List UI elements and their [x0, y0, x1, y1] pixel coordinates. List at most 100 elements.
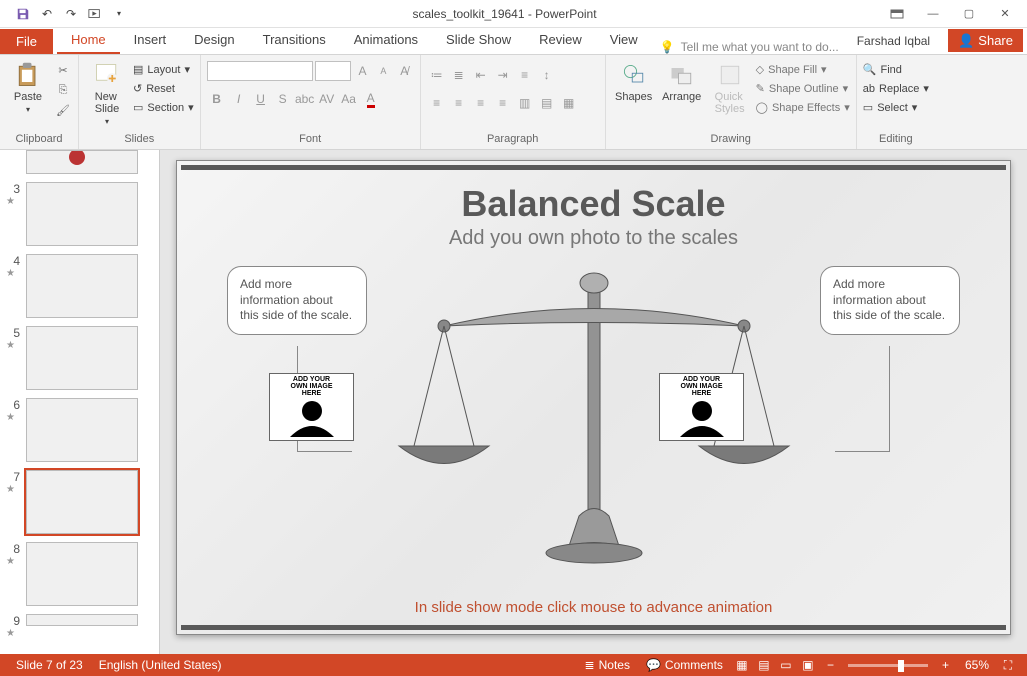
find-button[interactable]: 🔍 Find — [863, 61, 929, 78]
decrease-indent-icon[interactable]: ⇤ — [471, 65, 491, 85]
tab-transitions[interactable]: Transitions — [249, 27, 340, 54]
tab-home[interactable]: Home — [57, 27, 120, 54]
shadow-icon[interactable]: abc — [295, 89, 315, 109]
justify-icon[interactable]: ≡ — [493, 93, 513, 113]
redo-icon[interactable]: ↷ — [60, 3, 82, 25]
callout-left[interactable]: Add more information about this side of … — [227, 266, 367, 335]
shape-outline-button[interactable]: ✎ Shape Outline ▾ — [756, 80, 850, 97]
shape-fill-button[interactable]: ◇ Shape Fill ▾ — [756, 61, 850, 78]
tab-view[interactable]: View — [596, 27, 652, 54]
copy-icon[interactable]: ⎘ — [54, 81, 72, 99]
zoom-in-icon[interactable]: + — [934, 658, 957, 672]
slide-subtitle[interactable]: Add you own photo to the scales — [177, 227, 1010, 250]
font-color-icon[interactable]: A — [361, 89, 381, 109]
shape-effects-button[interactable]: ◯ Shape Effects ▾ — [756, 99, 850, 116]
zoom-out-icon[interactable]: − — [819, 658, 842, 672]
start-from-beginning-icon[interactable] — [84, 3, 106, 25]
font-size-select[interactable] — [315, 61, 351, 81]
smartart-icon[interactable]: ▦ — [559, 93, 579, 113]
slide-thumbnail[interactable]: 9★ — [0, 610, 159, 639]
change-case-icon[interactable]: Aa — [339, 89, 359, 109]
bold-icon[interactable]: B — [207, 89, 227, 109]
strikethrough-icon[interactable]: S — [273, 89, 293, 109]
maximize-icon[interactable]: ▢ — [951, 0, 987, 28]
tab-slideshow[interactable]: Slide Show — [432, 27, 525, 54]
slide-hint-text[interactable]: In slide show mode click mouse to advanc… — [177, 599, 1010, 616]
paste-button[interactable]: Paste▾ — [6, 61, 50, 114]
slide-thumbnail[interactable]: 5★ — [0, 322, 159, 394]
font-family-select[interactable] — [207, 61, 313, 81]
slide-canvas[interactable]: Balanced Scale Add you own photo to the … — [176, 160, 1011, 635]
increase-indent-icon[interactable]: ⇥ — [493, 65, 513, 85]
spacing-icon[interactable]: AV — [317, 89, 337, 109]
slideshow-view-icon[interactable]: ▣ — [797, 654, 819, 676]
slide-editor[interactable]: Balanced Scale Add you own photo to the … — [160, 150, 1027, 654]
slide-title[interactable]: Balanced Scale — [177, 183, 1010, 225]
bullets-icon[interactable]: ≔ — [427, 65, 447, 85]
group-paragraph: ≔ ≣ ⇤ ⇥ ≡ ↕ ≡ ≡ ≡ ≡ ▥ ▤ ▦ Paragraph — [421, 55, 606, 149]
numbering-icon[interactable]: ≣ — [449, 65, 469, 85]
tab-design[interactable]: Design — [180, 27, 248, 54]
slide-thumbnail[interactable]: 8★ — [0, 538, 159, 610]
underline-icon[interactable]: U — [251, 89, 271, 109]
status-language[interactable]: English (United States) — [91, 658, 230, 672]
tab-animations[interactable]: Animations — [340, 27, 432, 54]
section-button[interactable]: ▭ Section ▾ — [133, 99, 194, 116]
layout-button[interactable]: ▤ Layout ▾ — [133, 61, 194, 78]
tab-review[interactable]: Review — [525, 27, 596, 54]
shrink-font-icon[interactable]: A — [374, 61, 393, 81]
slide-thumbnail[interactable]: 3★ — [0, 178, 159, 250]
share-button[interactable]: 👤Share — [948, 29, 1023, 52]
tab-insert[interactable]: Insert — [120, 27, 181, 54]
zoom-slider[interactable] — [848, 664, 928, 667]
arrange-button[interactable]: Arrange — [660, 61, 704, 103]
ribbon-display-icon[interactable] — [879, 0, 915, 28]
slide-thumbnail[interactable]: 4★ — [0, 250, 159, 322]
align-right-icon[interactable]: ≡ — [471, 93, 491, 113]
replace-button[interactable]: ab Replace ▾ — [863, 80, 929, 97]
save-icon[interactable] — [12, 3, 34, 25]
image-placeholder-right[interactable]: ADD YOUR OWN IMAGE HERE — [659, 373, 744, 441]
align-left-icon[interactable]: ≡ — [427, 93, 447, 113]
slide-thumbnail-active[interactable]: 7★ — [0, 466, 159, 538]
group-drawing: Shapes Arrange Quick Styles ◇ Shape Fill… — [606, 55, 857, 149]
zoom-level[interactable]: 65% — [957, 658, 997, 672]
select-button[interactable]: ▭ Select ▾ — [863, 99, 929, 116]
minimize-icon[interactable]: — — [915, 0, 951, 28]
italic-icon[interactable]: I — [229, 89, 249, 109]
comments-button[interactable]: 💬 Comments — [638, 658, 731, 672]
shapes-button[interactable]: Shapes — [612, 61, 656, 103]
status-slide-number[interactable]: Slide 7 of 23 — [8, 658, 91, 672]
image-placeholder-left[interactable]: ADD YOUR OWN IMAGE HERE — [269, 373, 354, 441]
normal-view-icon[interactable]: ▦ — [731, 654, 753, 676]
fit-to-window-icon[interactable]: ⛶ — [997, 654, 1019, 676]
file-tab[interactable]: File — [0, 29, 53, 54]
grow-font-icon[interactable]: A — [353, 61, 372, 81]
columns-icon[interactable]: ▥ — [515, 93, 535, 113]
align-text-icon[interactable]: ▤ — [537, 93, 557, 113]
quick-styles-button[interactable]: Quick Styles — [708, 61, 752, 115]
text-direction-icon[interactable]: ↕ — [537, 65, 557, 85]
customize-qat-icon[interactable]: ▾ — [108, 3, 130, 25]
cut-icon[interactable]: ✂ — [54, 61, 72, 79]
callout-right[interactable]: Add more information about this side of … — [820, 266, 960, 335]
slide-thumbnail[interactable]: 6★ — [0, 394, 159, 466]
new-slide-button[interactable]: New Slide▾ — [85, 61, 129, 126]
person-silhouette-icon — [672, 397, 732, 437]
align-center-icon[interactable]: ≡ — [449, 93, 469, 113]
reset-button[interactable]: ↺ Reset — [133, 80, 194, 97]
animation-star-icon: ★ — [6, 196, 20, 207]
slide-sorter-view-icon[interactable]: ▤ — [753, 654, 775, 676]
account-name[interactable]: Farshad Iqbal — [843, 28, 944, 54]
clear-formatting-icon[interactable]: A̸ — [395, 61, 414, 81]
group-slides: New Slide▾ ▤ Layout ▾ ↺ Reset ▭ Section … — [79, 55, 201, 149]
undo-icon[interactable]: ↶ — [36, 3, 58, 25]
line-spacing-icon[interactable]: ≡ — [515, 65, 535, 85]
slide-thumbnail-partial[interactable] — [0, 150, 159, 178]
slide-thumbnails-panel[interactable]: 3★ 4★ 5★ 6★ 7★ 8★ 9★ — [0, 150, 160, 654]
close-icon[interactable]: ✕ — [987, 0, 1023, 28]
tell-me-search[interactable]: 💡Tell me what you want to do... — [652, 40, 843, 54]
reading-view-icon[interactable]: ▭ — [775, 654, 797, 676]
format-painter-icon[interactable]: 🖌 — [54, 101, 72, 119]
notes-button[interactable]: ≣ Notes — [577, 658, 638, 672]
